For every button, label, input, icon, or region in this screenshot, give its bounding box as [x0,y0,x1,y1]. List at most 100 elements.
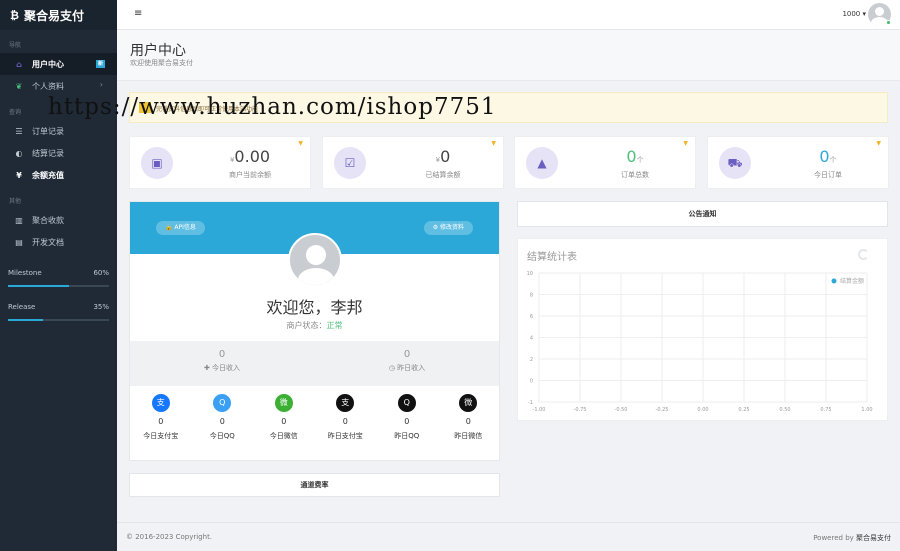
sidebar-item-settlements[interactable]: ◐ 结算记录 [0,142,117,164]
stat-card-today-orders: ⛟ ▼ 0个 今日订单 [707,136,889,189]
brand[interactable]: ₿ 聚合易支付 [0,0,117,30]
announcement-panel[interactable]: 公告通知 [517,201,888,227]
legend-label: 结算金额 [840,277,864,285]
progress-percent: 60% [93,269,109,277]
topbar: ≡ 1000 ▾ [117,0,900,30]
chevron-right-icon: › [99,80,103,89]
pay-stat-yesterday-wechat: 微 0 昨日微信 [438,394,500,441]
wechat-icon: 微 [459,394,478,412]
clock-icon: ◷ [388,364,395,372]
x-tick-label: -1.00 [533,407,546,413]
api-info-button[interactable]: 🔒 API信息 [156,221,205,235]
qq-icon: Q [397,394,416,412]
settlement-chart-panel: 结算统计表 -1.00 -0.75 -0.50 -0.25 0.00 0.25 0.50 0.… [517,238,888,421]
sidebar: ₿ 聚合易支付 导航 ⌂ 用户中心 新 ❦ 个人资料 › 查询 ☰ 订单记录 ◐… [0,0,117,551]
check-icon: ☑ [334,147,366,179]
other-section-title: 其他 [9,198,22,205]
y-tick-label: 2 [530,357,533,363]
stat-value: ¥0 [435,147,451,166]
progress-fill [8,285,69,287]
progress-percent: 35% [93,303,109,311]
pay-stat-yesterday-qq: Q 0 昨日QQ [376,394,438,441]
stat-value: ¥0.00 [229,147,271,166]
page-title: 用户中心 [130,43,186,59]
y-tick-label: 10 [527,271,533,277]
sidebar-item-docs[interactable]: ▤ 开发文档 [0,231,117,253]
x-tick-label: 0.50 [779,407,790,413]
progress-track [8,319,109,321]
pay-stat-today-qq: Q 0 今日QQ [192,394,254,441]
milestone-progress: Milestone 60% [0,269,117,287]
y-tick-label: 4 [530,336,533,342]
home-icon: ⌂ [16,59,22,69]
settle-icon: ◐ [15,148,23,158]
sidebar-item-label: 余额充值 [32,170,64,180]
stat-card-orders: ▲ ▼ 0个 订单总数 [514,136,696,189]
sidebar-item-label: 个人资料 [32,81,64,91]
y-tick-label: 6 [530,314,533,320]
merchant-status: 商户状态：正常 [286,321,343,330]
alipay-icon: 支 [151,394,170,412]
payment-stats: 支 0 今日支付宝 Q 0 今日QQ 微 0 今日微信 支 0 昨日支付宝 Q … [130,394,499,441]
sidebar-item-aggregate-pay[interactable]: ▥ 聚合收款 [0,209,117,231]
pay-stat-today-alipay: 支 0 今日支付宝 [130,394,192,441]
sidebar-item-label: 结算记录 [32,148,64,158]
footer: © 2016-2023 Copyright. Powered by 聚合易支付 [117,522,900,551]
user-dropdown[interactable]: 1000 ▾ [842,10,866,18]
cart-icon: ⛟ [719,147,751,179]
sidebar-item-label: 订单记录 [32,126,64,136]
release-progress: Release 35% [0,303,117,321]
stat-card-settled: ☑ ▼ ¥0 已结算余额 [322,136,504,189]
new-badge: 新 [96,60,105,68]
channel-rate-panel[interactable]: 通道费率 [129,473,500,497]
income-yesterday: 0 ◷ 昨日收入 [388,349,426,372]
menu-toggle-icon[interactable]: ≡ [134,8,142,19]
bitcoin-icon: ₿ [10,8,19,22]
x-tick-label: -0.50 [615,407,628,413]
x-tick-label: 0.75 [820,407,831,413]
x-tick-label: 0.00 [697,407,708,413]
sidebar-item-orders[interactable]: ☰ 订单记录 [0,120,117,142]
stat-label: 订单总数 [621,171,649,179]
progress-fill [8,319,44,321]
profile-card: 🔒 API信息 ⚙ 修改资料 欢迎您，李邦 商户状态：正常 0 ✚ 今日收入 0… [129,201,500,461]
wechat-icon: 微 [274,394,293,412]
book-icon: ▤ [15,237,23,247]
brand-name: 聚合易支付 [23,8,84,23]
alipay-icon: 支 [336,394,355,412]
stat-value: 0个 [819,147,837,166]
edit-profile-button[interactable]: ⚙ 修改资料 [423,221,473,235]
yen-icon: ¥ [16,170,22,180]
sidebar-item-label: 开发文档 [32,237,64,247]
sidebar-item-label: 聚合收款 [32,215,64,225]
y-tick-label: 0 [530,379,533,385]
corner-marker-icon: ▼ [683,140,688,147]
settlement-chart: -1.00 -0.75 -0.50 -0.25 0.00 0.25 0.50 0.75 1.00… [527,271,873,413]
income-today: 0 ✚ 今日收入 [203,349,241,372]
x-tick-label: -0.25 [656,407,669,413]
corner-marker-icon: ▼ [491,140,496,147]
stat-label: 商户当前余额 [229,171,271,179]
y-tick-label: -1 [528,400,533,406]
income-row: 0 ✚ 今日收入 0 ◷ 昨日收入 [130,341,499,386]
page-subtitle: 欢迎使用聚合易支付 [130,59,193,67]
nav-section-title: 导航 [9,42,22,49]
sidebar-item-label: 用户中心 [32,59,64,69]
progress-label: Release [8,303,36,311]
leaf-icon: ❦ [15,81,23,91]
sidebar-item-user-center[interactable]: ⌂ 用户中心 新 [0,53,117,75]
sidebar-item-recharge[interactable]: ¥ 余额充值 [0,164,117,186]
stat-label: 已结算余额 [425,171,461,179]
corner-marker-icon: ▼ [876,140,881,147]
qq-icon: Q [213,394,232,412]
profile-avatar [288,233,342,287]
list-icon: ☰ [15,126,23,136]
pay-stat-yesterday-alipay: 支 0 昨日支付宝 [315,394,377,441]
area-chart-icon: ▲ [526,147,558,179]
copyright-text: © 2016-2023 Copyright. [126,533,213,541]
stat-value: 0个 [626,147,644,166]
legend-swatch [831,278,837,284]
powered-by: Powered by 聚合易支付 [813,534,891,542]
barcode-icon: ▥ [15,215,23,225]
status-value: 正常 [326,321,343,330]
